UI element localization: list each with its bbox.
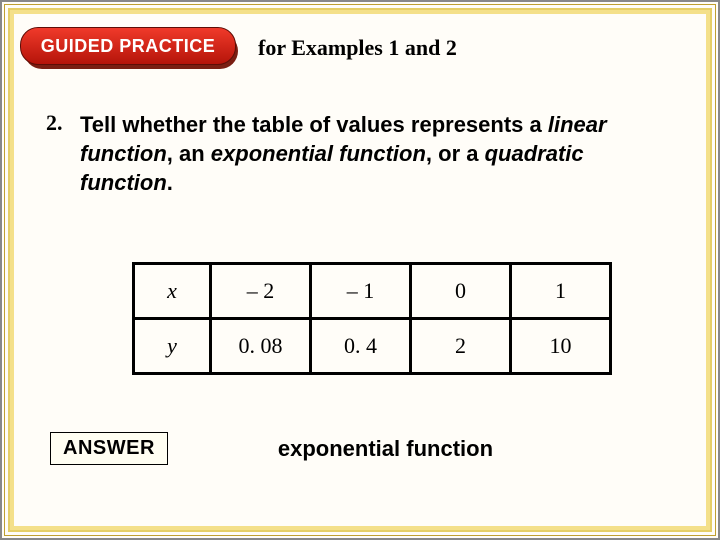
cell-y-1: 0. 4 — [311, 319, 411, 374]
cell-x-1: – 1 — [311, 264, 411, 319]
cell-x-0: – 2 — [211, 264, 311, 319]
header-subtitle: for Examples 1 and 2 — [258, 35, 457, 61]
cell-x-3: 1 — [511, 264, 611, 319]
question-row: 2. Tell whether the table of values repr… — [46, 110, 658, 197]
answer-row: ANSWER exponential function — [50, 432, 678, 465]
guided-practice-badge: GUIDED PRACTICE — [20, 27, 240, 69]
table-row: y 0. 08 0. 4 2 10 — [134, 319, 611, 374]
cell-y-2: 2 — [411, 319, 511, 374]
question-number: 2. — [46, 110, 80, 136]
cell-y-3: 10 — [511, 319, 611, 374]
badge-pill: GUIDED PRACTICE — [20, 27, 236, 65]
qtext-em2: exponential function — [211, 141, 426, 166]
qtext-post: . — [167, 170, 173, 195]
badge-text: GUIDED PRACTICE — [41, 36, 216, 57]
values-table: x – 2 – 1 0 1 y 0. 08 0. 4 2 10 — [132, 262, 612, 375]
question-text: Tell whether the table of values represe… — [80, 110, 658, 197]
cell-y-0: 0. 08 — [211, 319, 311, 374]
row-label-y: y — [134, 319, 211, 374]
answer-label-box: ANSWER — [50, 432, 168, 465]
answer-text: exponential function — [278, 436, 493, 462]
qtext-mid1: , an — [167, 141, 211, 166]
slide-frame: GUIDED PRACTICE for Examples 1 and 2 2. … — [0, 0, 720, 540]
qtext-pre: Tell whether the table of values represe… — [80, 112, 548, 137]
answer-label: ANSWER — [63, 437, 155, 459]
header-row: GUIDED PRACTICE for Examples 1 and 2 — [16, 26, 704, 70]
cell-x-2: 0 — [411, 264, 511, 319]
table-row: x – 2 – 1 0 1 — [134, 264, 611, 319]
row-label-x: x — [134, 264, 211, 319]
qtext-mid2: , or a — [426, 141, 485, 166]
